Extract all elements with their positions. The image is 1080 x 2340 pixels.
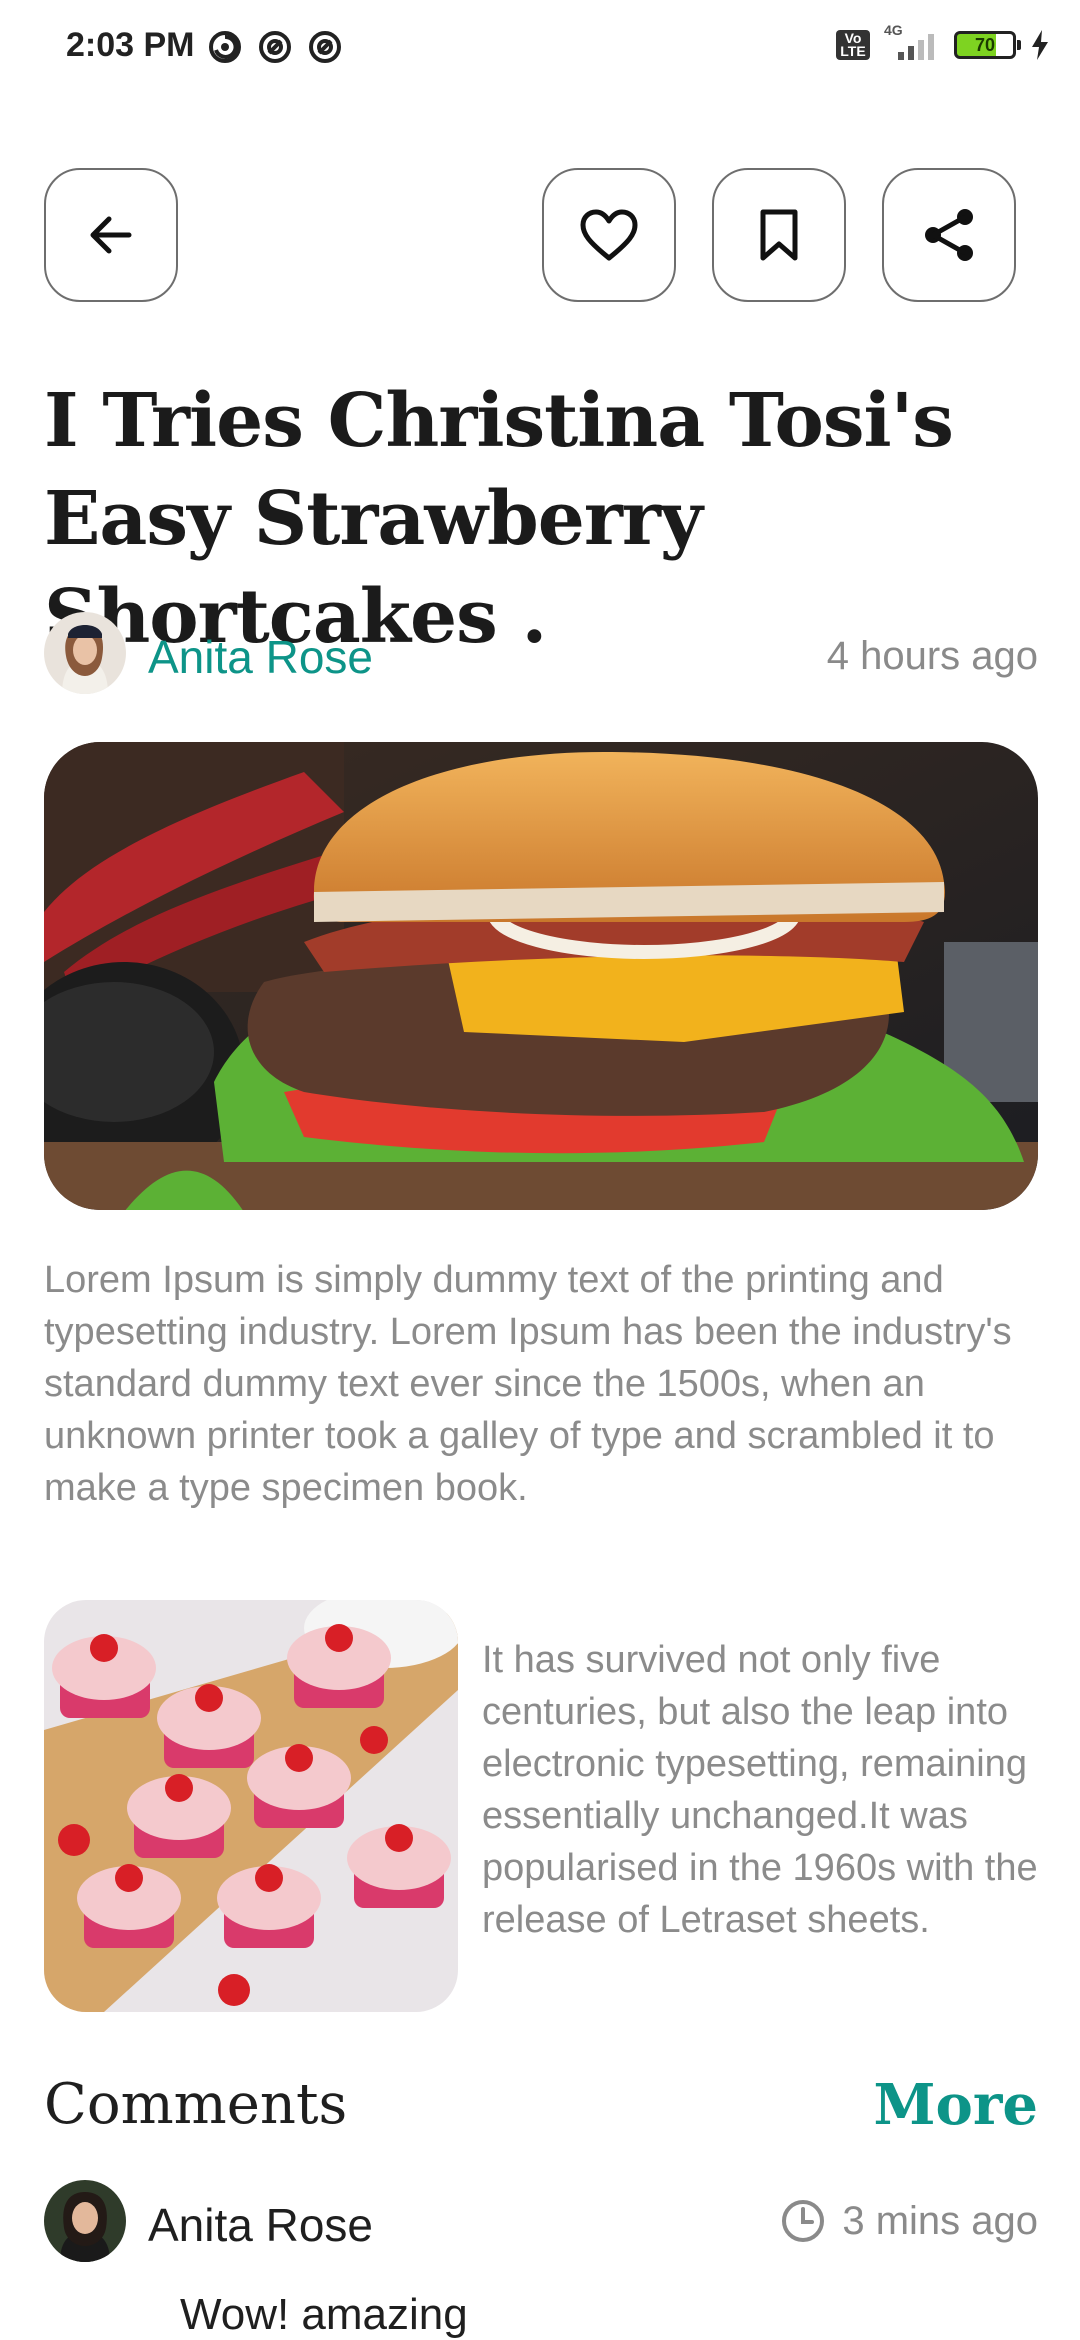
share-button[interactable] (882, 168, 1016, 302)
article-title: I Tries Christina Tosi's Easy Strawberry… (44, 378, 954, 660)
sync-icon (209, 31, 241, 63)
author-name[interactable]: Anita Rose (148, 630, 373, 684)
comment-time-text: 3 mins ago (842, 2198, 1038, 2243)
hero-image (44, 742, 1038, 1210)
status-right: Vo LTE 4G 70 (836, 22, 1050, 62)
like-button[interactable] (542, 168, 676, 302)
volte-badge: Vo LTE (836, 30, 870, 60)
cupcakes-image (44, 1600, 458, 2012)
charging-icon (1032, 30, 1048, 60)
signal-icon: 4G (884, 22, 940, 62)
status-time: 2:03 PM (66, 26, 195, 64)
more-comments-link[interactable]: More (874, 2072, 1038, 2138)
bookmark-button[interactable] (712, 168, 846, 302)
article-paragraph-1: Lorem Ipsum is simply dummy text of the … (44, 1259, 1012, 1509)
status-bar: 2:03 PM Vo LTE 4G 70 (0, 0, 1080, 100)
article-paragraph-2: It has survived not only five centuries,… (482, 1639, 1038, 1941)
clock-icon (782, 2200, 825, 2242)
at-icon (259, 31, 291, 63)
comment-time: 3 mins ago (780, 2198, 1038, 2244)
share-icon (925, 209, 973, 261)
battery-level: 70 (974, 34, 996, 55)
comment-author[interactable]: Anita Rose (148, 2198, 373, 2252)
post-time: 4 hours ago (826, 634, 1038, 678)
battery-icon: 70 (954, 31, 1021, 59)
back-button[interactable] (44, 168, 178, 302)
arrow-left-icon (90, 216, 132, 254)
bookmark-icon (760, 209, 798, 261)
comments-heading: Comments (44, 2072, 348, 2137)
author-avatar[interactable] (44, 612, 126, 694)
comment-text: Wow! amazing (180, 2290, 468, 2339)
commenter-avatar[interactable] (44, 2180, 126, 2262)
heart-icon (580, 209, 638, 261)
at-icon (309, 31, 341, 63)
